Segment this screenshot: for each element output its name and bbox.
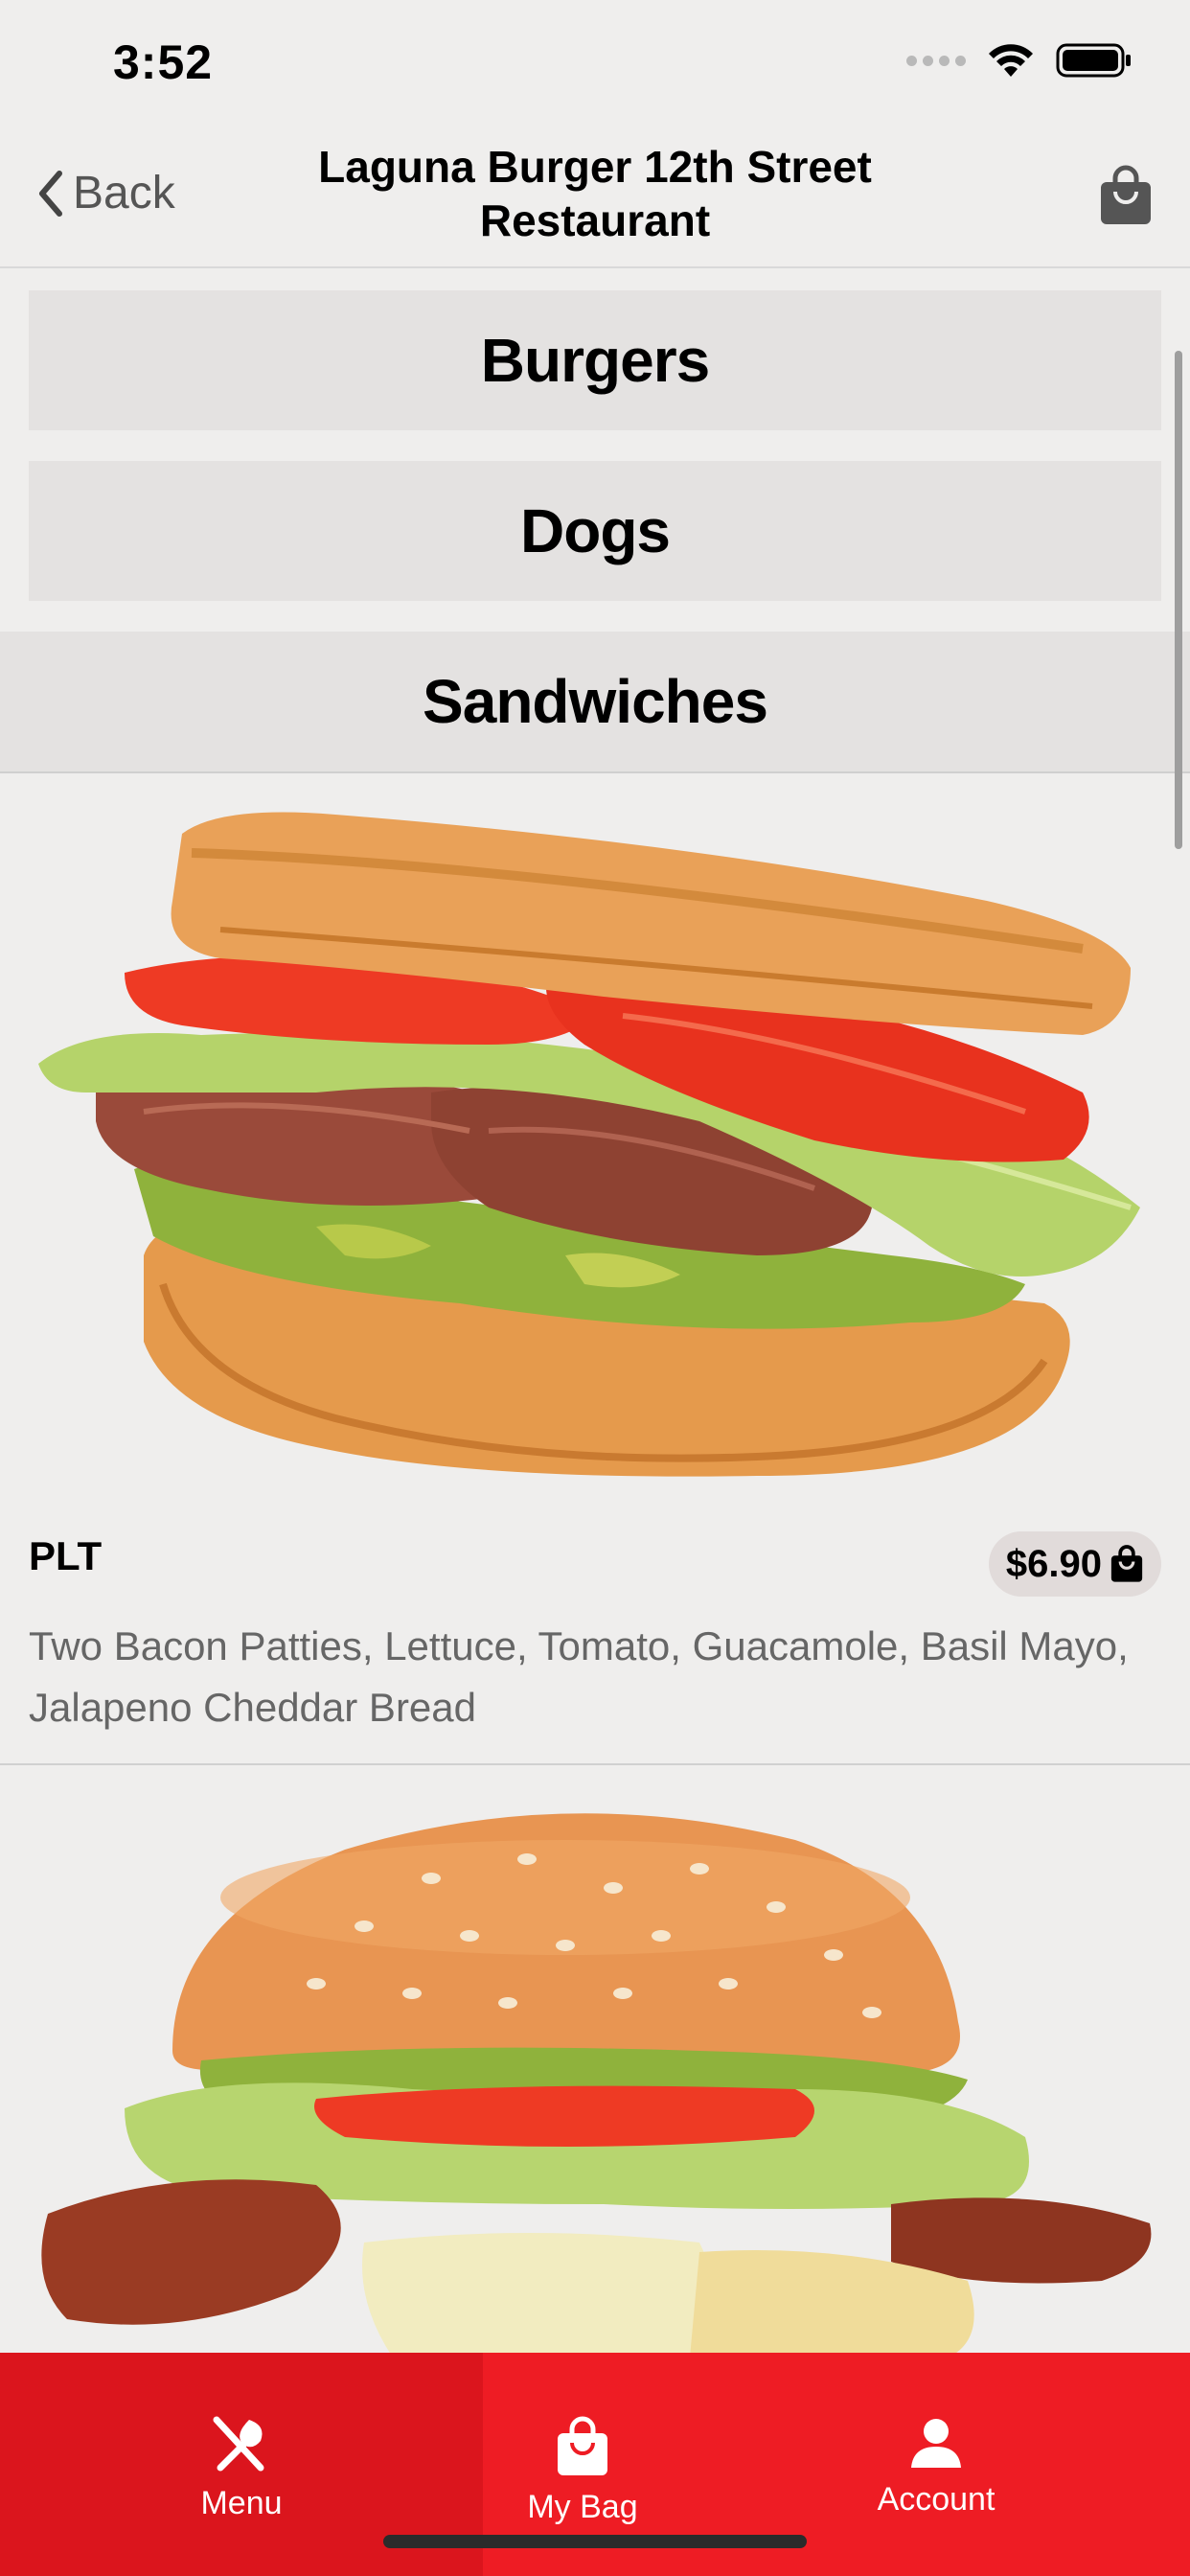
shopping-bag-button[interactable] <box>1098 165 1154 231</box>
add-to-bag-price-button[interactable]: $6.90 <box>988 1531 1161 1597</box>
bag-icon <box>1110 1545 1143 1582</box>
category-burgers[interactable]: Burgers <box>29 290 1161 430</box>
category-dogs[interactable]: Dogs <box>29 461 1161 601</box>
person-icon <box>911 2419 961 2468</box>
bag-icon <box>558 2416 607 2475</box>
tab-menu-label: Menu <box>200 2485 283 2521</box>
status-icons <box>906 42 1133 79</box>
category-sandwiches[interactable]: Sandwiches <box>0 632 1190 773</box>
signal-icon <box>906 55 966 66</box>
back-button[interactable]: Back <box>36 167 175 219</box>
burger-image[interactable] <box>29 1802 1159 2358</box>
back-label: Back <box>73 168 175 218</box>
item-price: $6.90 <box>1005 1542 1102 1585</box>
utensils-icon <box>213 2416 264 2472</box>
status-time: 3:52 <box>113 35 214 89</box>
item-divider <box>0 1763 1190 1765</box>
item-description: Two Bacon Patties, Lettuce, Tomato, Guac… <box>29 1623 1129 1730</box>
status-bar: 3:52 <box>0 0 1190 125</box>
tab-my-bag-label: My Bag <box>527 2489 638 2525</box>
wifi-icon <box>989 44 1033 77</box>
page-title: Laguna Burger 12th Street Restaurant <box>318 142 872 245</box>
item-name[interactable]: PLT <box>29 1533 102 1579</box>
navigation-bar: Back Laguna Burger 12th Street Restauran… <box>0 125 1190 268</box>
plt-sandwich-image[interactable] <box>29 805 1159 1495</box>
bag-icon <box>1101 165 1151 224</box>
chevron-left-icon <box>39 170 62 217</box>
battery-icon <box>1056 43 1131 78</box>
home-indicator[interactable] <box>383 2535 807 2548</box>
tab-account-label: Account <box>877 2481 995 2518</box>
scroll-indicator[interactable] <box>1175 351 1182 849</box>
